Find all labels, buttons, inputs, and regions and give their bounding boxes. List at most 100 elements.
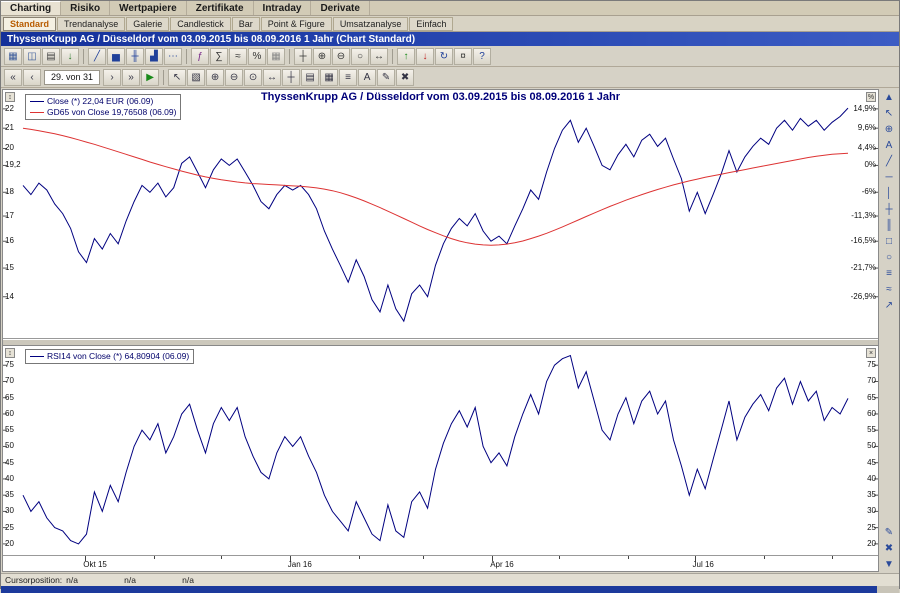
- price-panel[interactable]: ThyssenKrupp AG / Düsseldorf vom 03.09.2…: [3, 90, 878, 339]
- sub-tab-point-figure[interactable]: Point & Figure: [261, 17, 332, 31]
- sub-tab-einfach[interactable]: Einfach: [409, 17, 453, 31]
- nav-first-icon[interactable]: «: [4, 69, 22, 86]
- data-window-icon[interactable]: ▤: [301, 69, 319, 86]
- menu-tab-risiko[interactable]: Risiko: [61, 1, 110, 15]
- ellipse-icon[interactable]: ○: [881, 250, 897, 264]
- legend-label: Close (*) 22,04 EUR (06.09): [47, 96, 153, 106]
- x-axis-label: Okt 15: [83, 560, 107, 569]
- menu-tab-derivate[interactable]: Derivate: [311, 1, 369, 15]
- zoom-1-1-icon[interactable]: ⊙: [244, 69, 262, 86]
- chart-window-title-text: ThyssenKrupp AG / Düsseldorf vom 03.09.2…: [7, 34, 415, 45]
- text-tool-icon[interactable]: A: [881, 138, 897, 152]
- rsi-panel-scale-button[interactable]: ↕: [5, 348, 15, 358]
- sub-tab-galerie[interactable]: Galerie: [126, 17, 169, 31]
- pointer-icon[interactable]: ↖: [881, 106, 897, 120]
- x-axis-label: Jan 16: [288, 560, 312, 569]
- zoom-out-icon[interactable]: ⊖: [332, 48, 350, 65]
- zoom-in-icon[interactable]: ⊕: [206, 69, 224, 86]
- price-panel-scale-button[interactable]: ↕: [5, 92, 15, 102]
- main-toolbar: ▦◫▤↓╱▅╫▟⋯ƒ∑≈%▦┼⊕⊖○↔↑↓↻¤?: [1, 46, 899, 67]
- trendline-icon[interactable]: ╱: [881, 154, 897, 168]
- cross-icon[interactable]: ┼: [881, 202, 897, 216]
- sub-tab-bar[interactable]: Bar: [232, 17, 260, 31]
- grid-icon[interactable]: ▦: [267, 48, 285, 65]
- candlestick-icon[interactable]: ╫: [126, 48, 144, 65]
- new-chart-icon[interactable]: ▦: [4, 48, 22, 65]
- nav-next-icon[interactable]: ›: [103, 69, 121, 86]
- zigzag-icon[interactable]: ≈: [881, 282, 897, 296]
- x-axis-tick: [359, 556, 360, 559]
- toolbar-separator: [186, 49, 187, 64]
- x-axis-label: Jul 16: [693, 560, 714, 569]
- x-axis-tick: [423, 556, 424, 559]
- help-icon[interactable]: ?: [473, 48, 491, 65]
- legend-line-sample: [30, 112, 44, 113]
- compare-icon[interactable]: ≈: [229, 48, 247, 65]
- rsi-panel-close-button[interactable]: ×: [866, 348, 876, 358]
- nav-play-icon[interactable]: ▶: [141, 69, 159, 86]
- toolbar-separator: [392, 49, 393, 64]
- chart-canvas[interactable]: [3, 90, 878, 338]
- legend-entry: RSI14 von Close (*) 64,80904 (06.09): [30, 351, 189, 362]
- draw-icon[interactable]: ✎: [377, 69, 395, 86]
- sub-tab-umsatzanalyse[interactable]: Umsatzanalyse: [333, 17, 409, 31]
- erase-icon[interactable]: ✖: [396, 69, 414, 86]
- menu-tab-intraday[interactable]: Intraday: [254, 1, 312, 15]
- move-icon[interactable]: ↔: [370, 48, 388, 65]
- settings-icon[interactable]: ¤: [454, 48, 472, 65]
- save-icon[interactable]: ◫: [23, 48, 41, 65]
- sub-tab-trendanalyse[interactable]: Trendanalyse: [57, 17, 125, 31]
- zoom-in-icon[interactable]: ⊕: [313, 48, 331, 65]
- fibonacci-icon[interactable]: ≡: [881, 266, 897, 280]
- legend-toggle-icon[interactable]: ≡: [339, 69, 357, 86]
- crosshair-icon[interactable]: ┼: [294, 48, 312, 65]
- x-axis-tick: [764, 556, 765, 559]
- text-tool-icon[interactable]: A: [358, 69, 376, 86]
- scroll-up-icon[interactable]: ▲: [881, 90, 897, 104]
- sub-tab-candlestick[interactable]: Candlestick: [170, 17, 231, 31]
- chart-canvas[interactable]: [3, 346, 878, 555]
- x-axis-label: Apr 16: [490, 560, 514, 569]
- up-trend-icon[interactable]: ↑: [397, 48, 415, 65]
- channel-icon[interactable]: ║: [881, 218, 897, 232]
- grid-toggle-icon[interactable]: ▦: [320, 69, 338, 86]
- arrow-icon[interactable]: ↗: [881, 298, 897, 312]
- nav-prev-icon[interactable]: ‹: [23, 69, 41, 86]
- zoom-reset-icon[interactable]: ○: [351, 48, 369, 65]
- formula-icon[interactable]: ∑: [210, 48, 228, 65]
- nav-last-icon[interactable]: »: [122, 69, 140, 86]
- pan-icon[interactable]: ↔: [263, 69, 281, 86]
- menu-tab-zertifikate[interactable]: Zertifikate: [187, 1, 254, 15]
- rsi-panel[interactable]: RSI14 von Close (*) 64,80904 (06.09) ↕ ×…: [3, 346, 878, 555]
- area-chart-icon[interactable]: ▟: [145, 48, 163, 65]
- pencil-icon[interactable]: ✎: [881, 525, 897, 539]
- crosshair-icon[interactable]: ┼: [282, 69, 300, 86]
- rectangle-icon[interactable]: □: [881, 234, 897, 248]
- refresh-icon[interactable]: ↻: [435, 48, 453, 65]
- menu-tab-charting[interactable]: Charting: [1, 1, 61, 15]
- down-trend-icon[interactable]: ↓: [416, 48, 434, 65]
- delete-icon[interactable]: ✖: [881, 541, 897, 555]
- zoom-window-icon[interactable]: ▧: [187, 69, 205, 86]
- sub-tab-standard[interactable]: Standard: [3, 17, 56, 31]
- cursor-position-value: n/a: [182, 575, 240, 585]
- percent-scale-icon[interactable]: %: [248, 48, 266, 65]
- main-area: ThyssenKrupp AG / Düsseldorf vom 03.09.2…: [1, 88, 899, 573]
- zoom-tool-icon[interactable]: ⊕: [881, 122, 897, 136]
- menu-tab-wertpapiere[interactable]: Wertpapiere: [110, 1, 187, 15]
- line-chart-icon[interactable]: ╱: [88, 48, 106, 65]
- panel-splitter[interactable]: [3, 339, 878, 346]
- price-panel-percent-button[interactable]: %: [866, 92, 876, 102]
- x-axis-tick: [221, 556, 222, 559]
- indicator-icon[interactable]: ƒ: [191, 48, 209, 65]
- export-icon[interactable]: ↓: [61, 48, 79, 65]
- scatter-chart-icon[interactable]: ⋯: [164, 48, 182, 65]
- vline-icon[interactable]: │: [881, 186, 897, 200]
- hline-icon[interactable]: ─: [881, 170, 897, 184]
- select-icon[interactable]: ↖: [168, 69, 186, 86]
- print-icon[interactable]: ▤: [42, 48, 60, 65]
- bar-chart-icon[interactable]: ▅: [107, 48, 125, 65]
- scroll-down-icon[interactable]: ▼: [881, 557, 897, 571]
- legend-entry: Close (*) 22,04 EUR (06.09): [30, 96, 176, 107]
- zoom-out-icon[interactable]: ⊖: [225, 69, 243, 86]
